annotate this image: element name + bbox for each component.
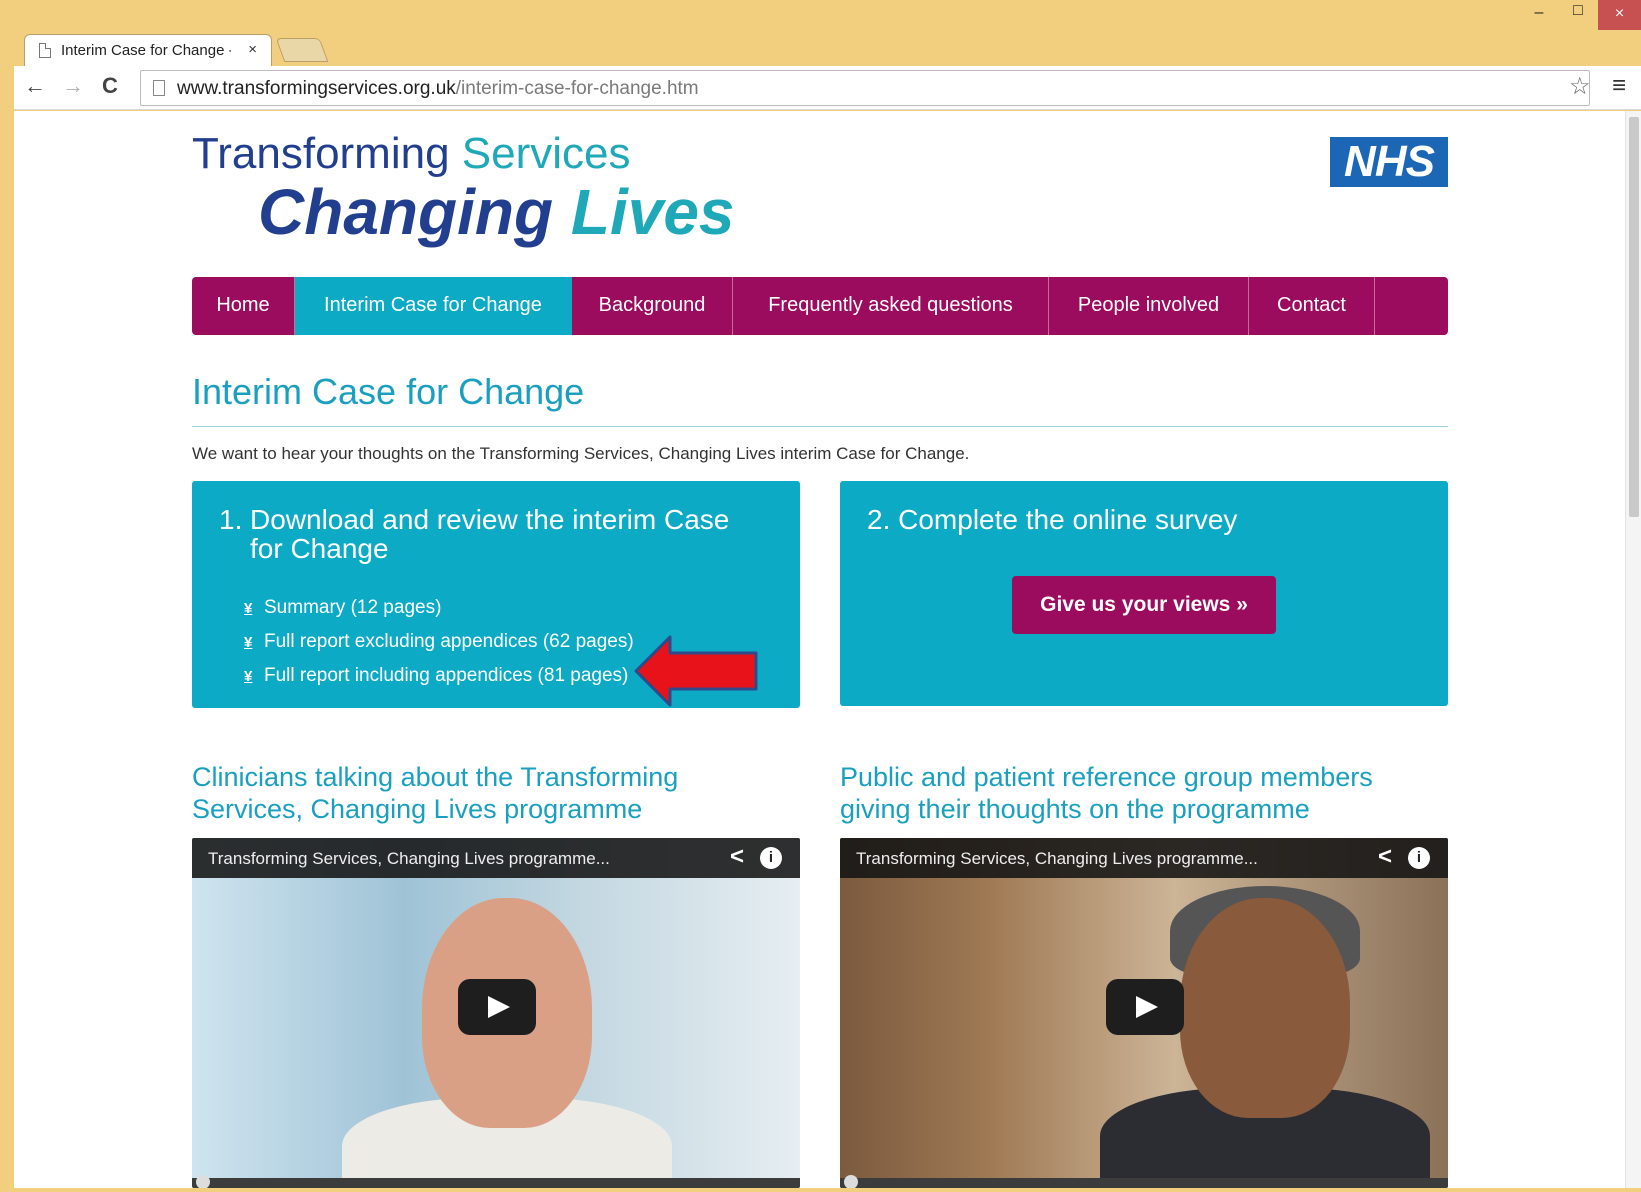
info-icon[interactable]: i [760,847,782,869]
video-progress-bar[interactable] [192,1178,800,1188]
nav-item-people-involved[interactable]: People involved [1049,277,1249,335]
info-icon[interactable]: i [1408,847,1430,869]
red-arrow-annotation-icon [634,635,758,707]
download-icon: ¥ [244,600,253,617]
page-viewport: Transforming Services Changing Lives NHS… [14,111,1641,1188]
browser-toolbar: ← → C www.transformingservices.org.uk/in… [14,66,1641,110]
scrollbar-thumb[interactable] [1629,117,1639,517]
nhs-logo: NHS [1330,137,1448,187]
download-icon: ¥ [244,668,253,685]
survey-panel: 2. Complete the online survey Give us yo… [840,481,1448,706]
nav-item-contact[interactable]: Contact [1249,277,1375,335]
nav-item-interim-case-for-change[interactable]: Interim Case for Change [295,277,572,335]
step-number: 1. [219,504,243,535]
site-logo[interactable]: Transforming Services Changing Lives [192,129,792,249]
video-thumbnail-person [1180,898,1350,1118]
clinicians-heading: Clinicians talking about the Transformin… [192,762,679,824]
video-title[interactable]: Transforming Services, Changing Lives pr… [856,849,1258,869]
url-text: www.transformingservices.org.uk/interim-… [177,78,699,100]
download-link-full-excluding[interactable]: ¥ Full report excluding appendices (62 pa… [244,631,634,653]
tab-title: Interim Case for Change - [61,42,231,59]
logo-services: Services [461,129,631,178]
nav-item-faq[interactable]: Frequently asked questions [733,277,1049,335]
download-link-label: Full report excluding appendices (62 pag… [264,631,634,652]
download-heading-text: Download and review the interim Case for… [250,504,730,564]
title-divider [192,426,1448,427]
intro-text: We want to hear your thoughts on the Tra… [192,444,970,463]
back-arrow-icon[interactable]: ← [24,73,46,99]
maximize-button[interactable]: □ [1558,2,1598,32]
browser-tab[interactable]: Interim Case for Change - × [24,34,272,66]
logo-line-1: Transforming Services [192,129,631,179]
video-scrubber-handle[interactable] [196,1175,210,1188]
download-link-summary[interactable]: ¥ Summary (12 pages) [244,597,441,619]
logo-changing: Changing [258,176,571,248]
download-link-full-including[interactable]: ¥ Full report including appendices (81 pa… [244,665,628,687]
main-navigation: Home Interim Case for Change Background … [192,277,1448,335]
public-patient-heading: Public and patient reference group membe… [840,762,1373,824]
download-link-label: Full report including appendices (81 pag… [264,665,629,686]
close-window-button[interactable]: × [1598,0,1641,30]
video-progress-bar[interactable] [840,1178,1448,1188]
menu-icon[interactable]: ≡ [1612,72,1626,100]
video-player-clinicians[interactable]: Transforming Services, Changing Lives pr… [192,838,800,1188]
forward-arrow-icon[interactable]: → [62,73,84,99]
give-us-your-views-button[interactable]: Give us your views » [1012,576,1276,634]
play-button-icon[interactable] [1106,979,1184,1035]
logo-transforming: Transforming [192,129,462,178]
url-path: /interim-case-for-change.htm [455,78,699,99]
video-scrubber-handle[interactable] [844,1175,858,1188]
browser-titlebar: Interim Case for Change - × – □ × [0,0,1641,66]
download-heading: 1. Download and review the interim Case … [219,505,759,563]
share-icon[interactable]: < [730,843,744,871]
logo-line-2: Changing Lives [258,175,735,249]
video-player-public-patient[interactable]: Transforming Services, Changing Lives pr… [840,838,1448,1188]
reload-icon[interactable]: C [102,73,118,99]
bookmark-star-icon[interactable]: ☆ [1569,72,1591,101]
nav-item-background[interactable]: Background [572,277,733,335]
new-tab-button[interactable] [275,38,329,62]
page-title: Interim Case for Change [192,371,585,412]
survey-heading: 2. Complete the online survey [867,504,1238,535]
tab-close-icon[interactable]: × [248,41,257,58]
address-bar[interactable]: www.transformingservices.org.uk/interim-… [140,70,1590,106]
nav-item-home[interactable]: Home [192,277,295,335]
video-title[interactable]: Transforming Services, Changing Lives pr… [208,849,610,869]
logo-lives: Lives [570,176,735,248]
page-icon [153,80,165,96]
page-scrollbar[interactable] [1625,111,1641,1188]
download-icon: ¥ [244,634,253,651]
url-host: www.transformingservices.org.uk [177,78,456,99]
minimize-button[interactable]: – [1520,4,1558,34]
page-icon [39,43,51,58]
download-link-label: Summary (12 pages) [264,597,442,618]
download-panel: 1. Download and review the interim Case … [192,481,800,708]
share-icon[interactable]: < [1378,843,1392,871]
play-button-icon[interactable] [458,979,536,1035]
